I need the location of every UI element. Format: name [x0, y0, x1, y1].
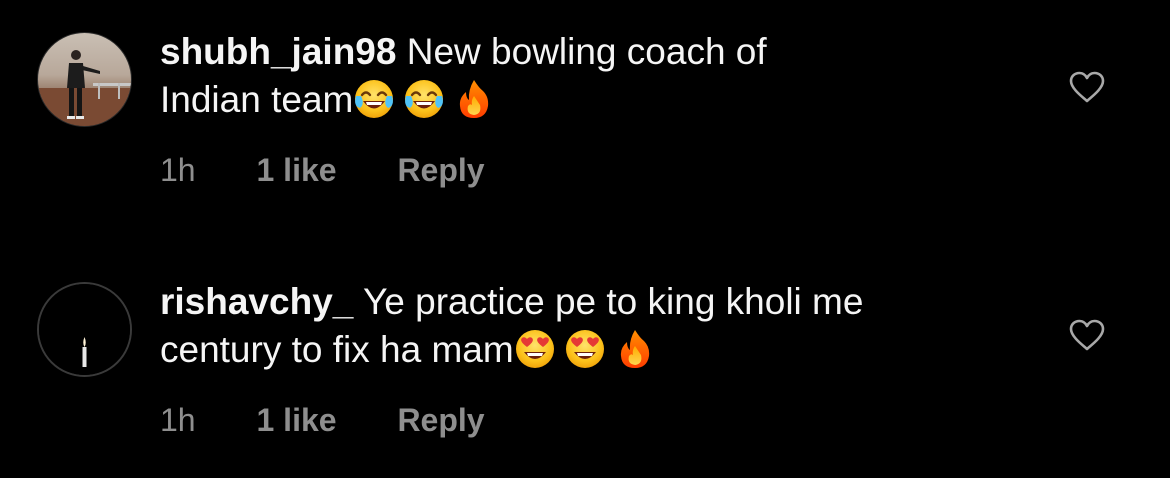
comment-text-line1: New bowling coach of [406, 31, 767, 72]
comment-text: shubh_jain98 New bowling coach of Indian… [160, 28, 1020, 124]
avatar[interactable] [37, 32, 132, 127]
face-with-tears-of-joy-icon [403, 78, 445, 120]
fire-icon [614, 328, 656, 370]
comment-likes-count[interactable]: 1 like [256, 400, 336, 440]
comment-time: 1h [160, 152, 196, 188]
like-heart-icon[interactable] [1068, 318, 1106, 352]
comment-username[interactable]: shubh_jain98 [160, 31, 396, 72]
reply-button[interactable]: Reply [397, 150, 484, 190]
person-photo-icon [38, 50, 131, 126]
comment-meta: 1h 1 like Reply [160, 400, 485, 440]
like-heart-icon[interactable] [1068, 70, 1106, 104]
comment-username[interactable]: rishavchy_ [160, 281, 353, 322]
smiling-face-with-heart-eyes-icon [564, 328, 606, 370]
comment-meta: 1h 1 like Reply [160, 150, 485, 190]
comment-time: 1h [160, 402, 196, 438]
face-with-tears-of-joy-icon [353, 78, 395, 120]
fire-icon [453, 78, 495, 120]
comment-text-line2: Indian team [160, 79, 354, 120]
comment-text-line2: century to fix ha mam [160, 329, 514, 370]
reply-button[interactable]: Reply [397, 400, 484, 440]
comment-likes-count[interactable]: 1 like [256, 150, 336, 190]
smiling-face-with-heart-eyes-icon [514, 328, 556, 370]
candle-icon [39, 284, 130, 375]
avatar[interactable] [37, 282, 132, 377]
comment-text: rishavchy_ Ye practice pe to king kholi … [160, 278, 1020, 374]
comment-text-line1: Ye practice pe to king kholi me [362, 281, 864, 322]
